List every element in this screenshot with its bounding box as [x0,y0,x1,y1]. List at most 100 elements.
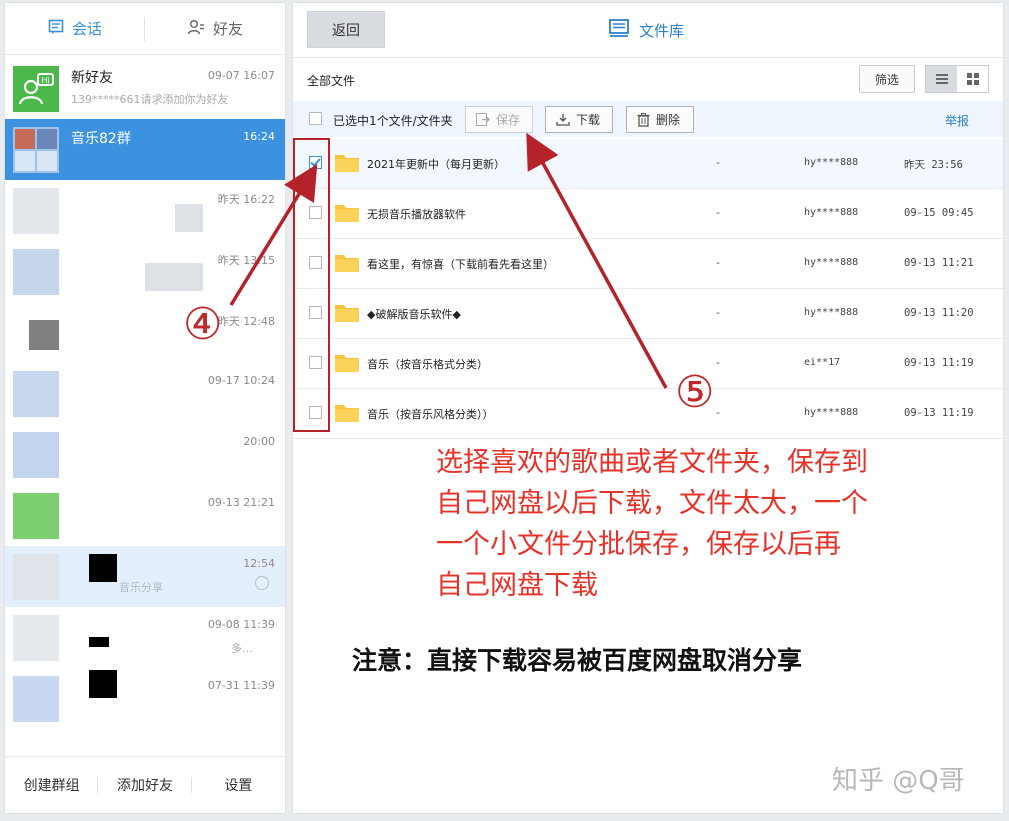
file-owner: hy****888 [804,157,859,168]
folder-icon [335,203,359,223]
conversation-item[interactable]: 昨天 13:15 [5,241,285,302]
watermark: 知乎 @Q哥 [832,766,965,796]
conversation-time: 20:00 [243,435,275,448]
tab-conversations-label: 会话 [71,20,102,38]
note-line: 自己网盘下载 [436,570,598,601]
conversation-item[interactable]: 20:00 [5,424,285,485]
conversation-preview: 多… [231,642,253,655]
conversation-item[interactable]: 12:54 音乐分享 [5,546,285,607]
file-name[interactable]: 无损音乐播放器软件 [367,206,466,222]
avatar [13,432,59,478]
list-icon [935,74,948,84]
conversation-item[interactable]: 09-17 10:24 [5,363,285,424]
mute-icon [255,576,269,590]
note-line: 自己网盘以后下载，文件太大，一个 [436,488,868,519]
file-owner: ei**17 [804,357,841,368]
file-row[interactable]: 无损音乐播放器软件 - hy****888 09-15 09:45 [293,189,1003,239]
file-owner: hy****888 [804,307,859,318]
list-view-button[interactable] [926,66,957,92]
file-row[interactable]: 2021年更新中（每月更新） - hy****888 昨天 23:56 [293,139,1003,189]
instruction-note: 选择喜欢的歌曲或者文件夹，保存到 自己网盘以后下载，文件太大，一个 一个小文件分… [436,442,956,606]
report-link[interactable]: 举报 [945,112,969,129]
download-button[interactable]: 下载 [545,106,613,133]
file-time: 09-13 11:19 [904,357,974,369]
note-line: 一个小文件分批保存，保存以后再 [436,529,841,560]
filter-button[interactable]: 筛选 [859,65,915,93]
avatar [13,493,59,539]
conversation-item[interactable]: 09-13 21:21 [5,485,285,546]
group-avatar [13,127,59,173]
conversation-item[interactable]: 07-31 11:39 [5,668,285,729]
conversation-item[interactable]: 昨天 16:22 [5,180,285,241]
file-size: - [716,156,720,169]
trash-icon [637,112,650,127]
file-size: - [716,406,720,419]
conversation-time: 12:54 [243,557,275,570]
conversation-panel: 会话 好友 Hi 新好友 09-07 16:07 139*****661请求添加… [4,2,286,814]
page-title-text: 文件库 [639,21,685,40]
file-row[interactable]: 音乐（按音乐风格分类）） - hy****888 09-13 11:19 [293,389,1003,439]
file-owner: hy****888 [804,257,859,268]
file-time: 09-13 11:20 [904,307,974,319]
select-all-checkbox[interactable] [309,112,322,125]
file-size: - [716,356,720,369]
conversation-item-music-group[interactable]: 音乐82群 16:24 [5,119,285,180]
settings-button[interactable]: 设置 [192,775,285,795]
avatar [13,554,59,600]
file-size: - [716,206,720,219]
file-row[interactable]: ◆破解版音乐软件◆ - hy****888 09-13 11:20 [293,289,1003,339]
breadcrumb[interactable]: 全部文件 [307,72,355,89]
conversation-time: 16:24 [243,130,275,143]
avatar [13,188,59,234]
tab-friends-label: 好友 [212,20,243,38]
file-name[interactable]: ◆破解版音乐软件◆ [367,306,461,322]
conversation-preview: 139*****661请求添加你为好友 [71,93,229,106]
file-name[interactable]: 2021年更新中（每月更新） [367,156,505,172]
step-marker-4: ④ [183,299,223,350]
conversation-item[interactable]: 昨天 12:48 [5,302,285,363]
view-toggle [925,65,989,93]
save-button[interactable]: 保存 [465,106,533,133]
selection-count: 已选中1个文件/文件夹 [333,114,453,128]
tab-friends[interactable]: 好友 [145,3,285,54]
conversation-time: 09-17 10:24 [207,374,275,387]
delete-button[interactable]: 删除 [626,106,694,133]
conversation-time: 昨天 13:15 [217,254,275,267]
folder-icon [335,353,359,373]
file-size: - [716,256,720,269]
selection-toolbar: 已选中1个文件/文件夹 保存 下载 删除 举报 [293,101,1003,137]
file-time: 09-15 09:45 [904,207,974,219]
avatar [13,249,59,295]
file-library-panel: 返回 文件库 全部文件 筛选 已选中1个文件/文件夹 保存 下载 删除 举报 2… [292,2,1004,814]
friends-icon [187,19,205,39]
folder-icon [335,403,359,423]
conversation-name: 新好友 [71,70,113,86]
folder-icon [335,303,359,323]
file-time: 昨天 23:56 [904,159,963,171]
file-owner: hy****888 [804,407,859,418]
warning-note: 注意：直接下载容易被百度网盘取消分享 [352,646,803,675]
tab-conversations[interactable]: 会话 [5,3,145,54]
back-button[interactable]: 返回 [307,11,385,48]
conversation-item[interactable]: 09-08 11:39 多… [5,607,285,668]
conversation-preview: 音乐分享 [119,581,163,594]
conversation-item-new-friends[interactable]: Hi 新好友 09-07 16:07 139*****661请求添加你为好友 [5,58,285,119]
grid-view-button[interactable] [957,66,988,92]
add-friend-button[interactable]: 添加好友 [98,775,192,795]
conversation-time: 07-31 11:39 [207,679,275,692]
panel-tabs: 会话 好友 [5,3,285,55]
file-name[interactable]: 音乐（按音乐格式分类） [367,356,488,372]
file-name[interactable]: 看这里，有惊喜（下载前看先看这里） [367,256,554,272]
save-icon [476,113,490,126]
file-size: - [716,306,720,319]
conversation-time: 昨天 16:22 [217,193,275,206]
checkbox-highlight-box [293,138,330,432]
file-row[interactable]: 看这里，有惊喜（下载前看先看这里） - hy****888 09-13 11:21 [293,239,1003,289]
file-row[interactable]: 音乐（按音乐格式分类） - ei**17 09-13 11:19 [293,339,1003,389]
create-group-button[interactable]: 创建群组 [5,775,99,795]
grid-icon [966,73,979,85]
folder-icon [335,153,359,173]
file-time: 09-13 11:21 [904,257,974,269]
file-name[interactable]: 音乐（按音乐风格分类）） [367,406,494,422]
note-line: 选择喜欢的歌曲或者文件夹，保存到 [436,447,868,478]
